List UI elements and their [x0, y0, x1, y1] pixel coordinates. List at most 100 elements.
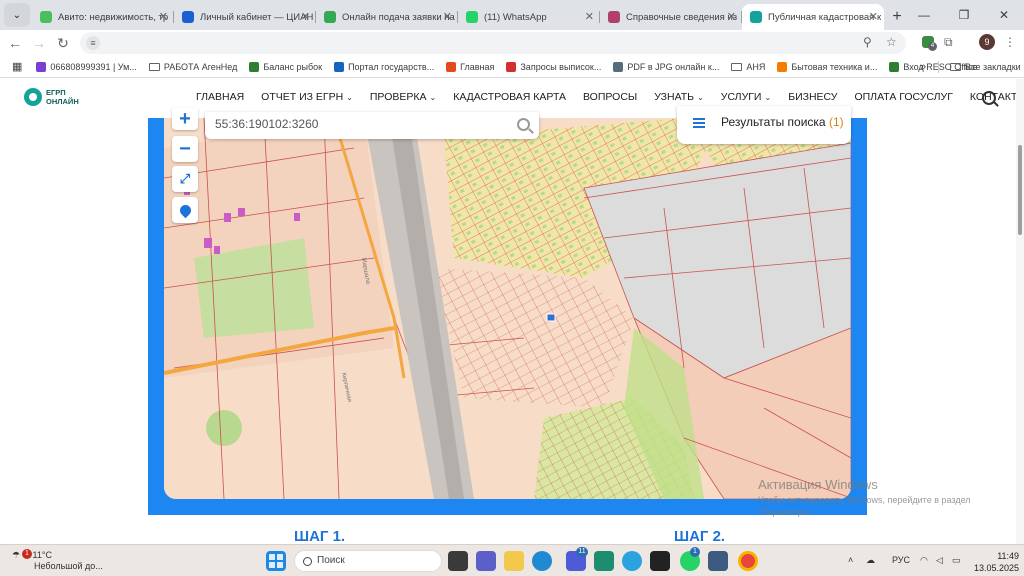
tab-close-icon[interactable]: ✕ — [727, 10, 736, 23]
tab-close-icon[interactable]: ✕ — [443, 10, 452, 23]
file-explorer-icon[interactable] — [504, 551, 524, 571]
screen-tool-icon[interactable] — [708, 551, 728, 571]
tab-close-icon[interactable]: ✕ — [585, 10, 594, 23]
cadastral-number-input[interactable] — [215, 117, 495, 131]
profile-avatar[interactable]: 9 — [979, 34, 995, 50]
back-button[interactable]: ← — [3, 31, 27, 55]
clock-time: 11:49 — [997, 551, 1020, 561]
site-info-icon[interactable]: ≡ — [86, 36, 100, 50]
nav-item[interactable]: ВОПРОСЫ — [583, 91, 637, 103]
nav-item[interactable]: ОТЧЕТ ИЗ ЕГРН ⌄ — [261, 91, 353, 103]
address-bar[interactable]: ≡ ⚲ ☆ — [80, 32, 906, 54]
bookmarks-overflow-button[interactable]: » — [920, 61, 926, 73]
telegram-icon[interactable] — [622, 551, 642, 571]
calculator-icon[interactable] — [594, 551, 614, 571]
cadastral-search-box — [205, 112, 539, 139]
logo-icon — [24, 88, 42, 106]
browser-tab[interactable]: Справочные сведения из ✕ — [600, 4, 742, 30]
geolocation-button[interactable] — [172, 197, 198, 223]
folder-icon — [731, 62, 743, 71]
weather-text: Небольшой до... — [34, 561, 103, 571]
tab-close-icon[interactable]: ✕ — [301, 10, 310, 23]
zoom-in-button[interactable]: + — [172, 108, 198, 130]
bookmark-item[interactable]: Бытовая техника и... — [777, 61, 878, 72]
tab-title: Онлайн подача заявки на — [342, 11, 455, 23]
apps-grid-icon[interactable]: ▦ — [12, 60, 22, 73]
battery-icon[interactable]: ▭ — [952, 555, 961, 566]
whatsapp-icon[interactable]: 1 — [680, 547, 700, 571]
text-editor-icon[interactable] — [650, 551, 670, 571]
browser-tab[interactable]: Онлайн подача заявки на ✕ — [316, 4, 458, 30]
nav-item[interactable]: ГЛАВНАЯ — [196, 91, 244, 103]
extensions-puzzle-icon[interactable]: ⧉ — [944, 35, 953, 50]
whatsapp-badge: 1 — [690, 547, 700, 557]
bookmark-item[interactable]: РАБОТА АгенНед — [148, 62, 237, 72]
flag-icon — [334, 61, 345, 72]
bookmark-label: Бытовая техника и... — [791, 61, 878, 72]
nav-item[interactable]: ОПЛАТА ГОСУСЛУГ — [854, 91, 952, 103]
bookmark-item[interactable]: 066808999391 | Ум... — [36, 61, 137, 72]
bookmark-item[interactable]: PDF в JPG онлайн к... — [613, 61, 719, 72]
stripe-icon — [36, 61, 47, 72]
search-icon[interactable] — [517, 118, 530, 131]
location-icon[interactable]: ⚲ — [863, 35, 872, 49]
site-search-icon[interactable] — [982, 91, 996, 105]
browser-tab[interactable]: Личный кабинет — ЦИАН ✕ — [174, 4, 316, 30]
results-count: (1) — [828, 115, 844, 129]
nav-item[interactable]: УЗНАТЬ ⌄ — [654, 91, 704, 103]
fullscreen-icon[interactable]: ⤢ — [172, 166, 198, 192]
teams-icon[interactable] — [476, 551, 496, 571]
tab-search-button[interactable]: ⌄ — [4, 3, 30, 27]
nav-item-label: КАДАСТРОВАЯ КАРТА — [453, 91, 567, 103]
bookmark-item[interactable]: Главная — [446, 61, 494, 72]
bookmark-item[interactable]: Запросы выписок... — [506, 61, 601, 72]
scrollbar-thumb[interactable] — [1018, 145, 1022, 235]
start-button[interactable] — [266, 551, 286, 571]
bookmark-item[interactable]: Баланс рыбок — [249, 61, 322, 72]
tray-overflow-icon[interactable]: ˄ — [848, 555, 853, 565]
bookmark-star-icon[interactable]: ☆ — [886, 35, 897, 49]
system-clock[interactable]: 11:49 13.05.2025 — [974, 550, 1019, 574]
chrome-icon[interactable] — [738, 551, 758, 571]
zoom-out-button[interactable]: − — [172, 136, 198, 162]
nav-item[interactable]: УСЛУГИ ⌄ — [721, 91, 771, 103]
page-scrollbar[interactable] — [1016, 79, 1024, 544]
edge-icon[interactable] — [532, 551, 552, 571]
tab-favicon-icon — [608, 11, 620, 23]
search-results-panel[interactable]: Результаты поиска (1) — [677, 106, 851, 144]
taskbar-search[interactable]: Поиск — [294, 550, 442, 572]
extension-icon[interactable]: 4 — [922, 36, 937, 51]
close-window-button[interactable]: ✕ — [984, 0, 1024, 30]
nav-item[interactable]: ПРОВЕРКА ⌄ — [370, 91, 436, 103]
weather-widget[interactable]: ☂ 1 11°C Небольшой до... — [12, 549, 103, 572]
teams-chat-icon[interactable]: 11 — [566, 547, 588, 571]
network-status-icon[interactable]: ☁ — [866, 555, 875, 566]
forward-button[interactable]: → — [27, 31, 51, 55]
nav-item-label: ВОПРОСЫ — [583, 91, 638, 103]
bookmarks-bar: ▦ 066808999391 | Ум... РАБОТА АгенНед Бала… — [0, 56, 1024, 78]
bookmark-item[interactable]: Портал государств... — [334, 61, 434, 72]
chevron-down-icon: ⌄ — [346, 93, 353, 102]
wifi-icon[interactable]: ◠ — [920, 555, 928, 566]
browser-tab[interactable]: (11) WhatsApp ✕ — [458, 4, 600, 30]
nav-item[interactable]: БИЗНЕСУ — [788, 91, 837, 103]
step-1-title: ШАГ 1. — [294, 528, 346, 545]
task-view-icon[interactable] — [448, 551, 468, 571]
all-bookmarks-button[interactable]: Все закладки — [950, 62, 1021, 72]
cadastral-map[interactable]: Маршала Кирпичная — [164, 118, 851, 499]
shop-icon — [777, 61, 788, 72]
restore-button[interactable]: ❐ — [944, 0, 984, 30]
tab-close-icon[interactable]: ✕ — [869, 10, 878, 23]
nav-item[interactable]: КАДАСТРОВАЯ КАРТА — [453, 91, 566, 103]
browser-tab[interactable]: Публичная кадастровая к ✕ — [742, 4, 884, 30]
volume-icon[interactable]: ◁ — [936, 555, 943, 566]
browser-tab[interactable]: Авито: недвижимость, тр ✕ — [32, 4, 174, 30]
language-indicator[interactable]: РУС — [892, 555, 910, 565]
tab-close-icon[interactable]: ✕ — [159, 10, 168, 23]
minimize-button[interactable]: — — [904, 0, 944, 30]
reload-button[interactable]: ↻ — [51, 31, 75, 55]
site-logo[interactable]: ЕГРП ОНЛАЙН — [24, 88, 79, 106]
menu-kebab-icon[interactable]: ⋮ — [1004, 35, 1016, 49]
bookmark-item[interactable]: АНЯ — [731, 62, 765, 72]
tab-favicon-icon — [40, 11, 52, 23]
